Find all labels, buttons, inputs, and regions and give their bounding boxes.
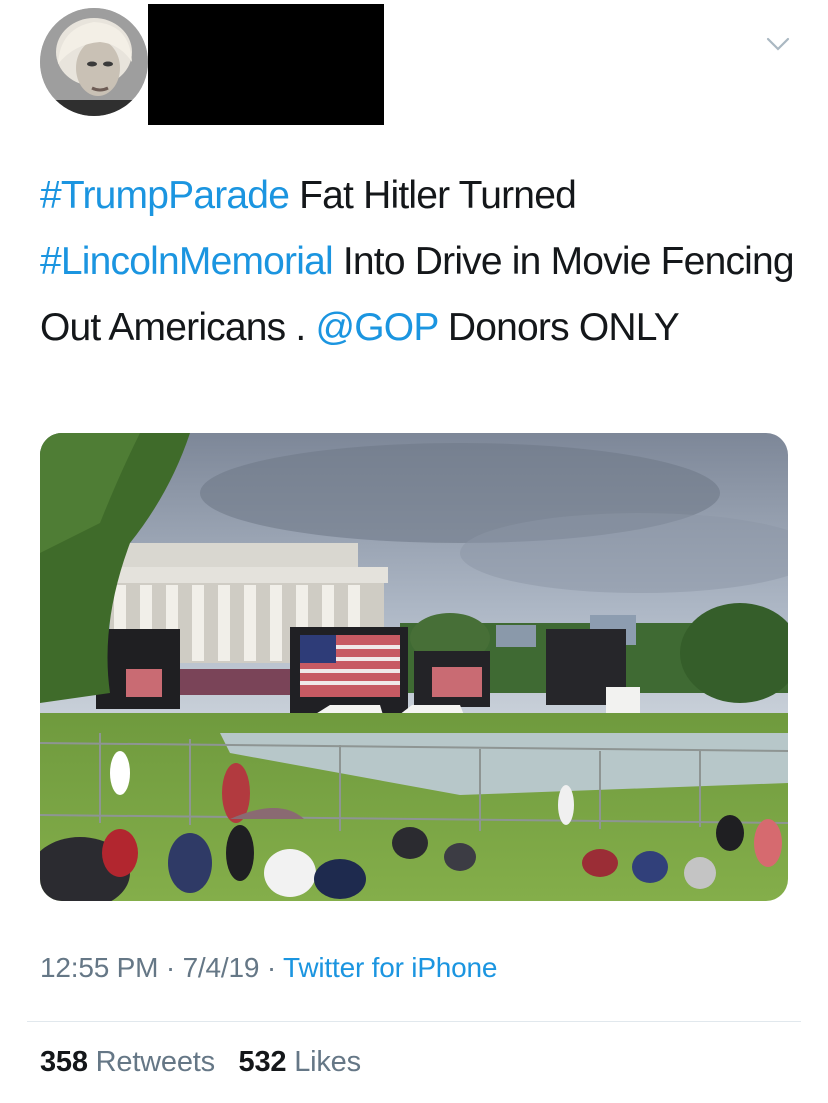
tweet-text: #TrumpParade Fat Hitler Turned #LincolnM… bbox=[40, 163, 800, 361]
tweet-meta: 12:55 PM · 7/4/19 · Twitter for iPhone bbox=[40, 952, 497, 984]
separator: · bbox=[266, 952, 276, 983]
likes-stat[interactable]: 532 Likes bbox=[238, 1046, 362, 1078]
photo-illustration bbox=[40, 433, 788, 901]
tweet-date: 7/4/19 bbox=[182, 952, 260, 983]
avatar-photo bbox=[40, 8, 148, 116]
retweets-stat[interactable]: 358 Retweets bbox=[40, 1046, 215, 1078]
likes-count: 532 bbox=[238, 1046, 287, 1078]
tweet-stats: 358 Retweets 532 Likes bbox=[40, 1046, 361, 1079]
tweet-photo[interactable] bbox=[40, 433, 788, 901]
redacted-name-block bbox=[148, 4, 384, 125]
tweet-source-link[interactable]: Twitter for iPhone bbox=[283, 952, 497, 983]
retweets-count: 358 bbox=[40, 1046, 88, 1078]
hashtag-lincolnmemorial[interactable]: #LincolnMemorial bbox=[40, 240, 334, 283]
likes-label: Likes bbox=[294, 1046, 361, 1078]
chevron-down-icon[interactable] bbox=[766, 32, 790, 56]
hashtag-trumpparade[interactable]: #TrumpParade bbox=[40, 174, 290, 217]
tweet-text-part: Fat Hitler Turned bbox=[289, 174, 577, 217]
avatar[interactable] bbox=[40, 8, 148, 116]
divider bbox=[27, 1021, 801, 1022]
separator: · bbox=[165, 952, 175, 983]
tweet-text-part: Donors ONLY bbox=[437, 306, 680, 349]
tweet-time: 12:55 PM bbox=[40, 952, 159, 983]
retweets-label: Retweets bbox=[95, 1046, 215, 1078]
mention-gop[interactable]: @GOP bbox=[315, 306, 438, 349]
